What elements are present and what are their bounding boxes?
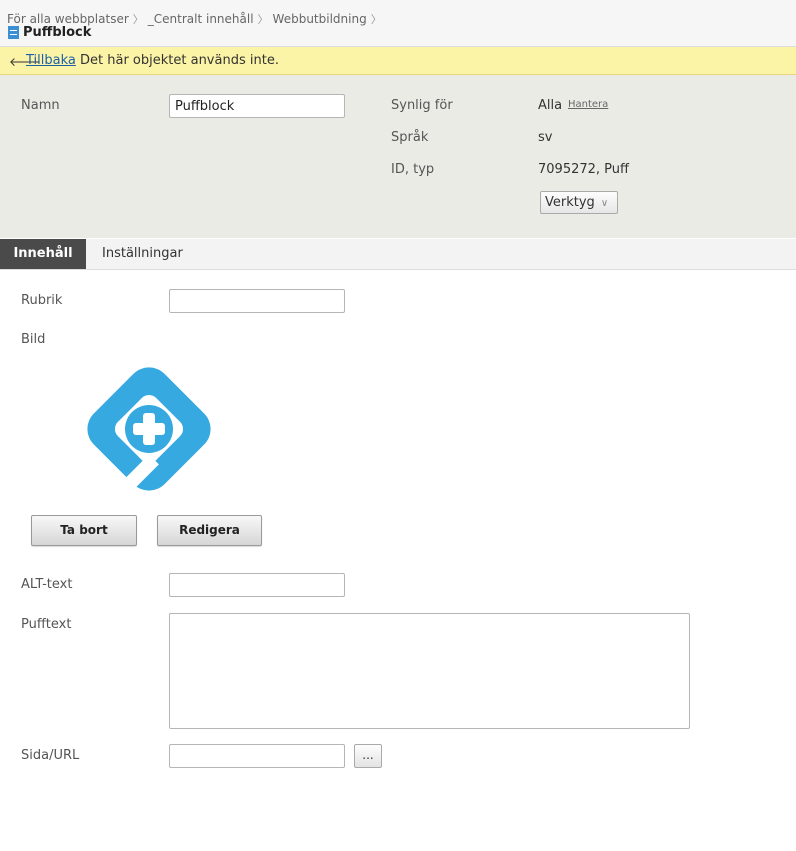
- id-type-label: ID, typ: [391, 162, 435, 177]
- properties-panel: Namn Synlig för Alla Hantera Språk sv ID…: [0, 75, 796, 238]
- chevron-right-icon: 〉: [257, 13, 269, 26]
- breadcrumb-item[interactable]: För alla webbplatser: [7, 12, 129, 26]
- tab-content[interactable]: Innehåll: [0, 239, 86, 269]
- document-icon: [8, 26, 19, 39]
- image-preview: [87, 367, 211, 493]
- tab-settings[interactable]: Inställningar: [102, 239, 183, 269]
- chevron-right-icon: 〉: [132, 13, 144, 26]
- image-label: Bild: [21, 332, 46, 347]
- language-label: Språk: [391, 130, 429, 145]
- url-label: Sida/URL: [21, 748, 80, 763]
- visible-for-value: Alla: [538, 98, 563, 113]
- alt-text-input[interactable]: [169, 573, 345, 597]
- visible-for-label: Synlig för: [391, 98, 453, 113]
- notice-message: Tillbaka Det här objektet används inte.: [26, 53, 279, 68]
- name-label: Namn: [21, 98, 60, 113]
- url-input[interactable]: [169, 744, 345, 768]
- id-type-value: 7095272, Puff: [538, 162, 629, 177]
- language-value: sv: [538, 130, 553, 145]
- tab-bar: Innehåll Inställningar: [0, 239, 796, 270]
- breadcrumb-item[interactable]: _Centralt innehåll: [148, 12, 254, 26]
- browse-button[interactable]: ...: [354, 744, 382, 768]
- chevron-down-icon: ∨: [600, 198, 609, 209]
- remove-image-button[interactable]: Ta bort: [31, 515, 137, 546]
- chevron-right-icon: 〉: [370, 13, 382, 26]
- tools-dropdown[interactable]: Verktyg ∨: [540, 191, 618, 214]
- title-row: Puffblock: [8, 25, 91, 40]
- alt-text-label: ALT-text: [21, 577, 73, 592]
- name-input[interactable]: [169, 94, 345, 118]
- manage-link[interactable]: Hantera: [568, 99, 608, 110]
- rubrik-input[interactable]: [169, 289, 345, 313]
- notice-bar: 🡐 Tillbaka Det här objektet används inte…: [0, 47, 796, 75]
- breadcrumb-item[interactable]: Webbutbildning: [273, 12, 367, 26]
- page-title: Puffblock: [23, 25, 92, 40]
- notice-text: Det här objektet används inte.: [80, 53, 279, 68]
- tools-label: Verktyg: [545, 195, 595, 210]
- page-header: För alla webbplatser 〉 _Centralt innehåll 〉…: [0, 0, 796, 47]
- edit-image-button[interactable]: Redigera: [157, 515, 262, 546]
- pufftext-textarea[interactable]: [169, 613, 690, 729]
- pufftext-label: Pufftext: [21, 617, 72, 632]
- back-link[interactable]: Tillbaka: [26, 53, 76, 68]
- rubrik-label: Rubrik: [21, 293, 63, 308]
